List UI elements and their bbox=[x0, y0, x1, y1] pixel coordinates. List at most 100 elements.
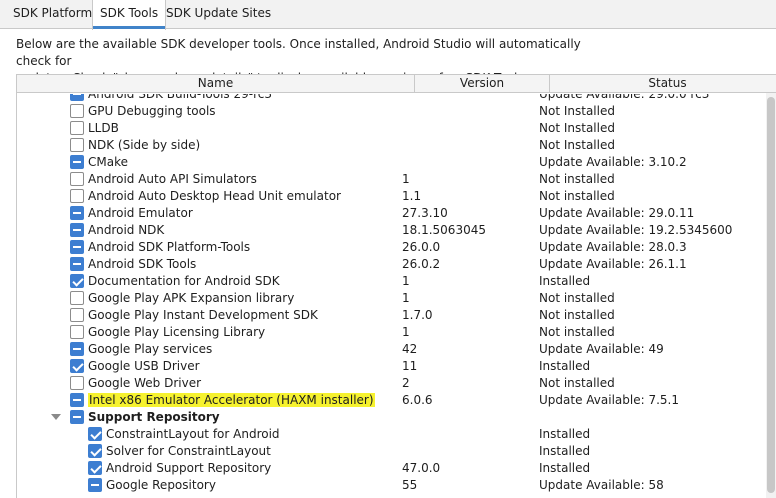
row-name-text: Google Play services bbox=[88, 342, 213, 356]
table-row[interactable]: Google Play Instant Development SDK 1.7.0… bbox=[17, 307, 767, 324]
row-version: 1.7.0 bbox=[402, 308, 433, 322]
table-row[interactable]: Google USB Driver 11 Installed bbox=[17, 358, 767, 375]
row-checkbox[interactable] bbox=[88, 478, 102, 492]
table-row[interactable]: Android NDK 18.1.5063045 Update Available:… bbox=[17, 222, 767, 239]
row-name-text: Android Emulator bbox=[88, 206, 193, 220]
table-row[interactable]: GPU Debugging tools Not Installed bbox=[17, 103, 767, 120]
row-version: 11 bbox=[402, 359, 418, 373]
row-checkbox[interactable] bbox=[70, 325, 84, 339]
row-name: Android SDK Tools bbox=[88, 256, 196, 273]
table-row[interactable]: Intel x86 Emulator Accelerator (HAXM ins… bbox=[17, 392, 767, 409]
row-version: 55 bbox=[402, 478, 418, 492]
row-checkbox[interactable] bbox=[70, 376, 84, 390]
row-checkbox[interactable] bbox=[70, 257, 84, 271]
row-checkbox[interactable] bbox=[88, 427, 102, 441]
table-row[interactable]: Support Repository bbox=[17, 409, 767, 426]
column-header-status[interactable]: Status bbox=[550, 75, 776, 93]
row-name-text: Google USB Driver bbox=[88, 359, 200, 373]
row-checkbox[interactable] bbox=[70, 359, 84, 373]
row-status: Installed bbox=[539, 427, 591, 441]
row-status: Not Installed bbox=[539, 138, 615, 152]
row-checkbox[interactable] bbox=[70, 274, 84, 288]
row-checkbox[interactable] bbox=[70, 104, 84, 118]
vertical-scrollbar[interactable] bbox=[766, 93, 776, 498]
table-row[interactable]: Google Play services 42 Update Available: … bbox=[17, 341, 767, 358]
row-checkbox[interactable] bbox=[70, 121, 84, 135]
row-name: Android Auto Desktop Head Unit emulator bbox=[88, 188, 341, 205]
scrollbar-thumb[interactable] bbox=[767, 97, 775, 493]
row-checkbox[interactable] bbox=[70, 308, 84, 322]
row-status: Not installed bbox=[539, 189, 615, 203]
row-status: Not installed bbox=[539, 325, 615, 339]
row-checkbox[interactable] bbox=[70, 291, 84, 305]
row-checkbox[interactable] bbox=[70, 94, 84, 101]
row-name: NDK (Side by side) bbox=[88, 137, 200, 154]
row-name-text: Android Auto API Simulators bbox=[88, 172, 257, 186]
row-name: GPU Debugging tools bbox=[88, 103, 216, 120]
row-name-text: Android SDK Platform-Tools bbox=[88, 240, 251, 254]
table-row[interactable]: Google Play APK Expansion library 1 Not in… bbox=[17, 290, 767, 307]
row-name-text: ConstraintLayout for Android bbox=[106, 427, 280, 441]
table-row[interactable]: Android SDK Platform-Tools 26.0.0 Update A… bbox=[17, 239, 767, 256]
row-checkbox[interactable] bbox=[70, 342, 84, 356]
table-row[interactable]: Android SDK Build-Tools 29-rc3 Update Ava… bbox=[17, 94, 767, 103]
chevron-down-icon[interactable] bbox=[51, 414, 61, 420]
table-row[interactable]: NDK (Side by side) Not Installed bbox=[17, 137, 767, 154]
table-row[interactable]: Solver for ConstraintLayout Installed bbox=[17, 443, 767, 460]
column-header-version[interactable]: Version bbox=[415, 75, 550, 93]
row-name-text: Google Play Licensing Library bbox=[88, 325, 266, 339]
row-name-text: Android NDK bbox=[88, 223, 165, 237]
table-row[interactable]: Documentation for Android SDK 1 Installed bbox=[17, 273, 767, 290]
row-name: Google Play services bbox=[88, 341, 212, 358]
row-name: Google Play Licensing Library bbox=[88, 324, 265, 341]
row-status: Update Available: 3.10.2 bbox=[539, 155, 687, 169]
sdk-tools-table: Name Version Status Android SDK Build-To… bbox=[16, 74, 776, 498]
row-checkbox[interactable] bbox=[70, 410, 84, 424]
row-name: Documentation for Android SDK bbox=[88, 273, 280, 290]
tab-sdk-tools[interactable]: SDK Tools bbox=[92, 0, 167, 30]
table-row[interactable]: Android Emulator 27.3.10 Update Available:… bbox=[17, 205, 767, 222]
table-row[interactable]: Google Web Driver 2 Not installed bbox=[17, 375, 767, 392]
table-row[interactable]: Google Play Licensing Library 1 Not instal… bbox=[17, 324, 767, 341]
table-row[interactable]: LLDB Not Installed bbox=[17, 120, 767, 137]
row-checkbox[interactable] bbox=[88, 444, 102, 458]
row-checkbox[interactable] bbox=[88, 461, 102, 475]
row-checkbox[interactable] bbox=[70, 393, 84, 407]
row-checkbox[interactable] bbox=[70, 138, 84, 152]
row-checkbox[interactable] bbox=[70, 206, 84, 220]
row-name-text: NDK (Side by side) bbox=[88, 138, 201, 152]
table-row[interactable]: CMake Update Available: 3.10.2 bbox=[17, 154, 767, 171]
table-row[interactable]: Android SDK Tools 26.0.2 Update Available:… bbox=[17, 256, 767, 273]
row-version: 1 bbox=[402, 325, 410, 339]
description-line-1: Below are the available SDK developer to… bbox=[16, 37, 581, 68]
table-row[interactable]: Android Auto Desktop Head Unit emulator 1… bbox=[17, 188, 767, 205]
row-checkbox[interactable] bbox=[70, 223, 84, 237]
row-name: Solver for ConstraintLayout bbox=[106, 443, 271, 460]
row-name: Intel x86 Emulator Accelerator (HAXM ins… bbox=[88, 392, 375, 409]
tab-sdk-platforms[interactable]: SDK Platforms bbox=[13, 0, 98, 29]
row-checkbox[interactable] bbox=[70, 155, 84, 169]
row-name-text: Android SDK Tools bbox=[88, 257, 197, 271]
row-name-text: Support Repository bbox=[88, 410, 220, 424]
row-name: Android Emulator bbox=[88, 205, 193, 222]
table-row[interactable]: Android Support Repository 47.0.0 Installe… bbox=[17, 460, 767, 477]
row-checkbox[interactable] bbox=[70, 189, 84, 203]
tab-bar: SDK Platforms SDK Tools SDK Update Sites bbox=[0, 0, 776, 30]
tab-sdk-update-sites[interactable]: SDK Update Sites bbox=[166, 0, 271, 29]
table-row[interactable]: Android Auto API Simulators 1 Not installe… bbox=[17, 171, 767, 188]
row-version: 1 bbox=[402, 291, 410, 305]
row-name: Android Support Repository bbox=[106, 460, 271, 477]
row-version: 26.0.2 bbox=[402, 257, 441, 271]
row-name-text: Google Play Instant Development SDK bbox=[88, 308, 318, 322]
row-checkbox[interactable] bbox=[70, 172, 84, 186]
table-row[interactable]: Google Repository 55 Update Available: 58 bbox=[17, 477, 767, 494]
row-checkbox[interactable] bbox=[70, 240, 84, 254]
row-status: Not installed bbox=[539, 376, 615, 390]
row-status: Not installed bbox=[539, 308, 615, 322]
table-row[interactable]: ConstraintLayout for Android Installed bbox=[17, 426, 767, 443]
row-version: 27.3.10 bbox=[402, 206, 448, 220]
table-body: Android SDK Build-Tools 29-rc3 Update Ava… bbox=[17, 94, 767, 498]
row-version: 6.0.6 bbox=[402, 393, 433, 407]
row-version: 47.0.0 bbox=[402, 461, 441, 475]
column-header-name[interactable]: Name bbox=[17, 75, 415, 93]
